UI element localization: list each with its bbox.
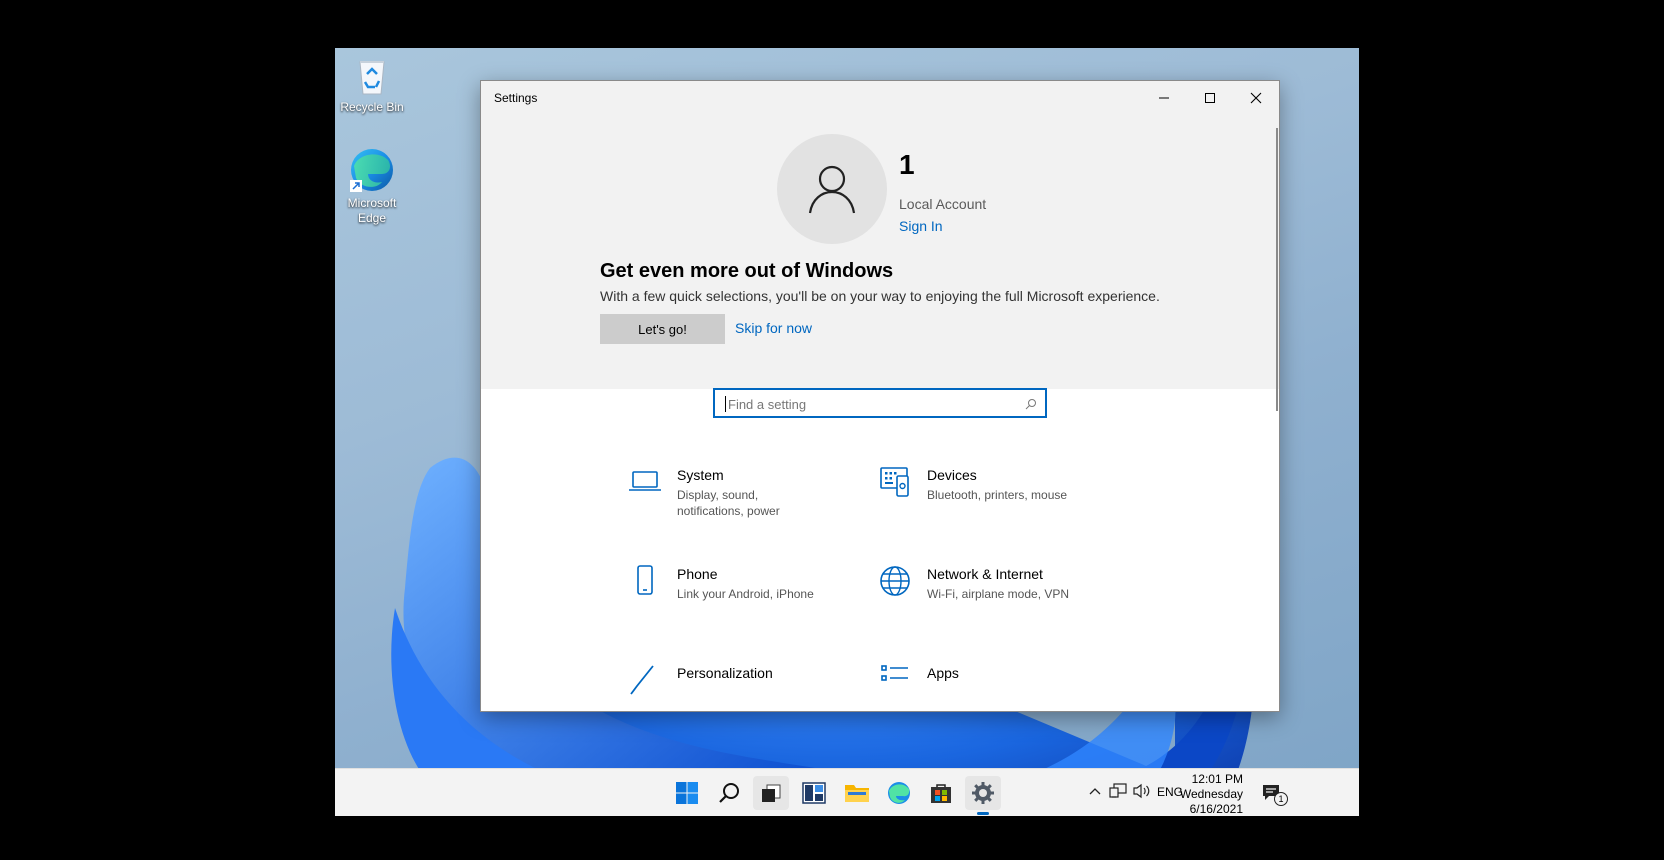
category-personalization[interactable]: Personalization [627, 662, 867, 711]
category-name: Network & Internet [927, 566, 1043, 582]
store-icon [931, 784, 951, 803]
globe-icon [877, 563, 913, 599]
store-button[interactable] [923, 776, 959, 810]
minimize-icon [1159, 97, 1169, 99]
account-hero: 1 Local Account Sign In Get even more ou… [481, 115, 1279, 389]
edge-icon [888, 782, 910, 804]
avatar[interactable] [777, 134, 887, 244]
category-description: Display, sound, notifications, power [677, 488, 780, 518]
settings-taskbar-button[interactable] [965, 776, 1001, 810]
speaker-icon [1133, 783, 1150, 799]
volume-button[interactable] [1133, 783, 1151, 804]
network-wired-icon [1109, 783, 1127, 798]
sign-in-link[interactable]: Sign In [899, 218, 943, 234]
desktop-icon-label: Recycle Bin [340, 100, 404, 114]
desktop-icon-label: Microsoft Edge [347, 196, 397, 225]
show-hidden-icons-button[interactable] [1089, 785, 1101, 803]
account-name: 1 [899, 149, 915, 180]
search-field[interactable] [713, 388, 1047, 418]
clock-time[interactable]: 12:01 PM [1163, 772, 1243, 786]
widgets-button[interactable] [796, 776, 832, 810]
settings-icon [972, 782, 994, 804]
pen-icon [627, 662, 663, 698]
close-icon [1250, 92, 1262, 104]
edge-taskbar-button[interactable] [881, 776, 917, 810]
scrollbar[interactable] [1276, 128, 1278, 411]
category-system[interactable]: System Display, sound, notifications, po… [627, 464, 867, 534]
maximize-icon [1205, 93, 1215, 103]
desktop-icon-microsoft-edge[interactable]: Microsoft Edge [335, 146, 409, 226]
active-app-indicator [977, 812, 989, 815]
microsoft-edge-icon [348, 146, 396, 194]
clock-day[interactable]: Wednesday [1163, 787, 1243, 801]
user-icon [808, 165, 856, 214]
search-icon [719, 783, 739, 803]
file-explorer-button[interactable] [839, 776, 875, 810]
widgets-icon [802, 782, 826, 804]
lets-go-button[interactable]: Let's go! [600, 314, 725, 344]
minimize-button[interactable] [1141, 81, 1187, 115]
skip-for-now-link[interactable]: Skip for now [735, 320, 812, 336]
category-description: Link your Android, iPhone [677, 587, 814, 601]
search-input[interactable] [726, 390, 1020, 418]
task-view-button[interactable] [753, 776, 789, 810]
file-explorer-icon [845, 785, 869, 802]
desktop-icon-recycle-bin[interactable]: Recycle Bin [335, 54, 409, 115]
notification-center-button[interactable]: 1 [1261, 781, 1288, 806]
recycle-bin-icon [350, 54, 394, 98]
laptop-icon [627, 464, 663, 500]
category-description: Bluetooth, printers, mouse [927, 488, 1068, 502]
search-icon [1025, 397, 1037, 415]
chevron-up-icon [1089, 788, 1101, 795]
network-status-button[interactable] [1109, 783, 1127, 804]
category-description: Wi-Fi, airplane mode, VPN [927, 587, 1070, 601]
settings-window: Settings 1 Local Account Sign In Get eve… [480, 80, 1280, 712]
desktop: Recycle Bin Microsoft Edge Settings 1 Lo… [335, 48, 1359, 816]
category-apps[interactable]: Apps [877, 662, 1117, 711]
account-type: Local Account [899, 196, 987, 212]
phone-icon [627, 563, 663, 599]
category-name: System [677, 467, 724, 483]
category-name: Personalization [677, 665, 773, 681]
maximize-button[interactable] [1187, 81, 1233, 115]
window-title: Settings [494, 91, 538, 105]
notification-badge: 1 [1274, 792, 1288, 806]
category-name: Apps [927, 665, 959, 681]
apps-list-icon [877, 662, 913, 698]
task-view-icon [762, 784, 781, 802]
title-bar[interactable]: Settings [481, 81, 1279, 115]
category-name: Devices [927, 467, 977, 483]
promo-title: Get even more out of Windows [600, 260, 894, 282]
start-button[interactable] [669, 776, 705, 810]
keyboard-devices-icon [877, 464, 913, 500]
search-button[interactable] [712, 776, 748, 810]
category-devices[interactable]: Devices Bluetooth, printers, mouse [877, 464, 1117, 534]
category-phone[interactable]: Phone Link your Android, iPhone [627, 563, 867, 633]
category-name: Phone [677, 566, 718, 582]
taskbar: ENG 12:01 PM Wednesday 6/16/2021 1 [335, 768, 1359, 816]
close-button[interactable] [1233, 81, 1279, 115]
start-icon [676, 782, 698, 804]
promo-text: With a few quick selections, you'll be o… [600, 288, 1160, 304]
clock-date[interactable]: 6/16/2021 [1163, 802, 1243, 816]
category-network-internet[interactable]: Network & Internet Wi-Fi, airplane mode,… [877, 563, 1117, 633]
